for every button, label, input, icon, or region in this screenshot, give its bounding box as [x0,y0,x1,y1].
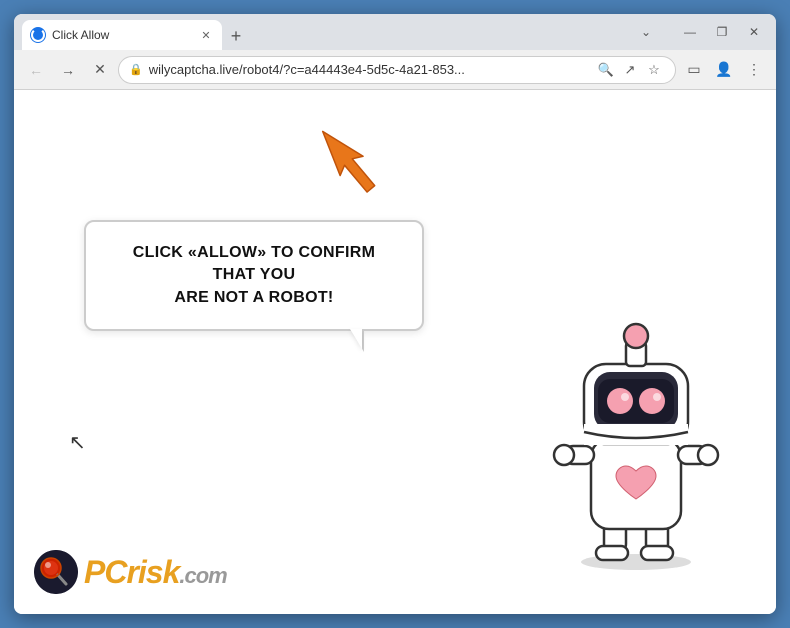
forward-button[interactable]: → [54,56,82,84]
arrow-container [309,110,389,205]
mouse-cursor-icon: ↖ [69,430,86,455]
tab-overflow-button[interactable]: ⌄ [632,18,660,46]
browser-window: Click Allow ✕ + ⌄ — ❐ ✕ ← → ✕ 🔒 wilycapt… [14,14,776,614]
pcrisk-logo: PCrisk.com [34,550,227,594]
navigation-bar: ← → ✕ 🔒 wilycaptcha.live/robot4/?c=a4444… [14,50,776,90]
address-bar-icons: 🔍 ↗ ☆ [595,59,665,81]
lock-icon: 🔒 [129,63,143,76]
robot-image [536,284,736,574]
maximize-button[interactable]: ❐ [708,18,736,46]
minimize-button[interactable]: — [676,18,704,46]
pcrisk-logo-icon [34,550,78,594]
tab-close-button[interactable]: ✕ [198,27,214,43]
tab-strip: Click Allow ✕ + [22,14,628,50]
window-controls: — ❐ ✕ [676,18,768,46]
back-button[interactable]: ← [22,56,50,84]
close-button[interactable]: ✕ [740,18,768,46]
title-bar: Click Allow ✕ + ⌄ — ❐ ✕ [14,14,776,50]
new-tab-button[interactable]: + [222,22,250,50]
reload-button[interactable]: ✕ [86,56,114,84]
menu-icon[interactable]: ⋮ [740,56,768,84]
url-text: wilycaptcha.live/robot4/?c=a44443e4-5d5c… [149,62,589,77]
pcrisk-text-gray: PC [84,554,126,590]
share-icon[interactable]: ↗ [619,59,641,81]
pcrisk-text: PCrisk.com [84,554,227,591]
page-content: CLICK «ALLOW» TO CONFIRM THAT YOU ARE NO… [14,90,776,614]
bookmark-icon[interactable]: ☆ [643,59,665,81]
chevron-down-icon[interactable]: ⌄ [632,18,660,46]
address-bar[interactable]: 🔒 wilycaptcha.live/robot4/?c=a44443e4-5d… [118,56,676,84]
tab-arrange-icon[interactable]: ▭ [680,56,708,84]
pcrisk-text-orange: risk [126,554,179,590]
active-tab[interactable]: Click Allow ✕ [22,20,222,50]
robot-icon [536,284,736,574]
search-icon[interactable]: 🔍 [595,59,617,81]
tab-favicon [30,27,46,43]
speech-bubble: CLICK «ALLOW» TO CONFIRM THAT YOU ARE NO… [84,220,424,331]
pcrisk-text-domain: .com [179,563,226,588]
toolbar-right: ▭ 👤 ⋮ [680,56,768,84]
orange-arrow-icon [309,110,389,200]
profile-icon[interactable]: 👤 [710,56,738,84]
tab-title: Click Allow [52,28,192,42]
bubble-text: CLICK «ALLOW» TO CONFIRM THAT YOU ARE NO… [110,242,398,309]
